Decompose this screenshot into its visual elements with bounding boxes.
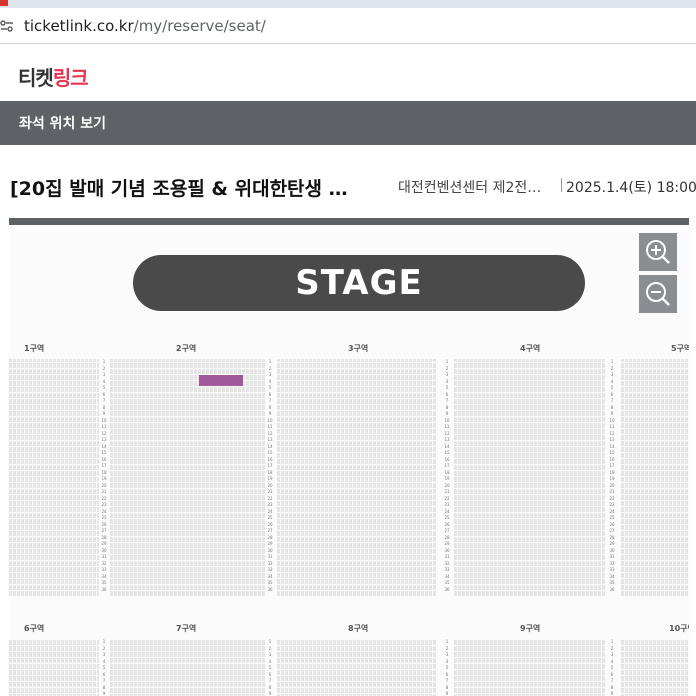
- row-numbers: 1 2 3 4 5 6 7 8 9 10 11 12 13 14 15 16 17 18 19 20 21 22 23 24 2…: [607, 359, 617, 596]
- section-label: 5구역: [671, 344, 689, 353]
- zoom-out-button[interactable]: [639, 275, 677, 313]
- row-number: 9: [445, 691, 449, 696]
- seat-block[interactable]: [277, 359, 436, 596]
- stage: STAGE: [133, 255, 585, 311]
- section-label: 1구역: [24, 344, 45, 353]
- section-label: 2구역: [176, 344, 197, 353]
- row-numbers: 12345678910: [99, 639, 109, 696]
- event-venue: 대전컨벤션센터 제2전…: [398, 180, 542, 196]
- seat-block[interactable]: [110, 359, 265, 596]
- url-path: /my/reserve/seat/: [133, 16, 266, 35]
- seat-map[interactable]: STAGE 1구역 2구역 3구역 4구역 5구역 12345678910111…: [9, 218, 689, 696]
- row-number: 36: [267, 586, 273, 592]
- section-label: 4구역: [520, 344, 541, 353]
- row-number: 9: [268, 691, 272, 696]
- row-number: 36: [609, 586, 615, 592]
- event-datetime: 2025.1.4(토) 18:00: [566, 180, 696, 196]
- seat-block[interactable]: [9, 359, 99, 596]
- divider: [561, 178, 562, 192]
- row-number: 9: [610, 691, 614, 696]
- seat-block[interactable]: [110, 639, 265, 696]
- row-number: 36: [444, 586, 450, 592]
- seat-block[interactable]: [621, 359, 689, 596]
- section-label: 6구역: [24, 624, 45, 633]
- zoom-in-button[interactable]: [639, 233, 677, 271]
- event-title: [20집 발매 기념 조용필 & 위대한탄생 …: [10, 178, 348, 200]
- seat-block[interactable]: [454, 639, 606, 696]
- tab-favicon: [0, 0, 8, 6]
- row-number: 36: [101, 586, 107, 592]
- section-label: 10구역: [669, 624, 689, 633]
- row-numbers: 1 2 3 4 5 6 7 8 9 10 11 12 13 14 15 16 17 18 19 20 21 22 23 24 2…: [265, 359, 275, 596]
- url-text[interactable]: ticketlink.co.kr/my/reserve/seat/: [24, 17, 266, 35]
- url-host: ticketlink.co.kr: [24, 16, 134, 35]
- site-header: 티켓링크: [0, 44, 696, 101]
- row-numbers: 1 2 3 4 5 6 7 8 9 10 11 12 13 14 15 16 17 18 19 20 21 22 23 24 2…: [99, 359, 109, 596]
- zoom-in-icon: [646, 240, 670, 264]
- section-label: 8구역: [348, 624, 369, 633]
- seat-block[interactable]: [454, 359, 606, 596]
- page-header-bar: 좌석 위치 보기: [0, 101, 696, 145]
- seat-block[interactable]: [621, 639, 689, 696]
- my-seat-highlight[interactable]: [199, 375, 243, 386]
- seat-block[interactable]: [9, 639, 99, 696]
- row-number: 9: [102, 691, 106, 696]
- event-info: [20집 발매 기념 조용필 & 위대한탄생 … 대전컨벤션센터 제2전… 20…: [0, 166, 696, 206]
- section-label: 3구역: [348, 344, 369, 353]
- row-numbers: 12345678910: [265, 639, 275, 696]
- address-bar[interactable]: ticketlink.co.kr/my/reserve/seat/: [0, 8, 696, 44]
- row-numbers: 1 2 3 4 5 6 7 8 9 10 11 12 13 14 15 16 17 18 19 20 21 22 23 24 2…: [442, 359, 452, 596]
- section-label: 7구역: [176, 624, 197, 633]
- section-label: 9구역: [520, 624, 541, 633]
- seat-block[interactable]: [277, 639, 436, 696]
- browser-tab-strip: [0, 0, 696, 8]
- row-numbers: 12345678910: [442, 639, 452, 696]
- row-numbers: 12345678910: [607, 639, 617, 696]
- site-info-icon[interactable]: [0, 19, 14, 33]
- zoom-out-icon: [646, 282, 670, 306]
- logo-text-2: 링크: [52, 66, 89, 90]
- page-title: 좌석 위치 보기: [19, 116, 107, 132]
- ticketlink-logo[interactable]: 티켓링크: [18, 62, 89, 91]
- logo-text-1: 티켓: [18, 66, 54, 90]
